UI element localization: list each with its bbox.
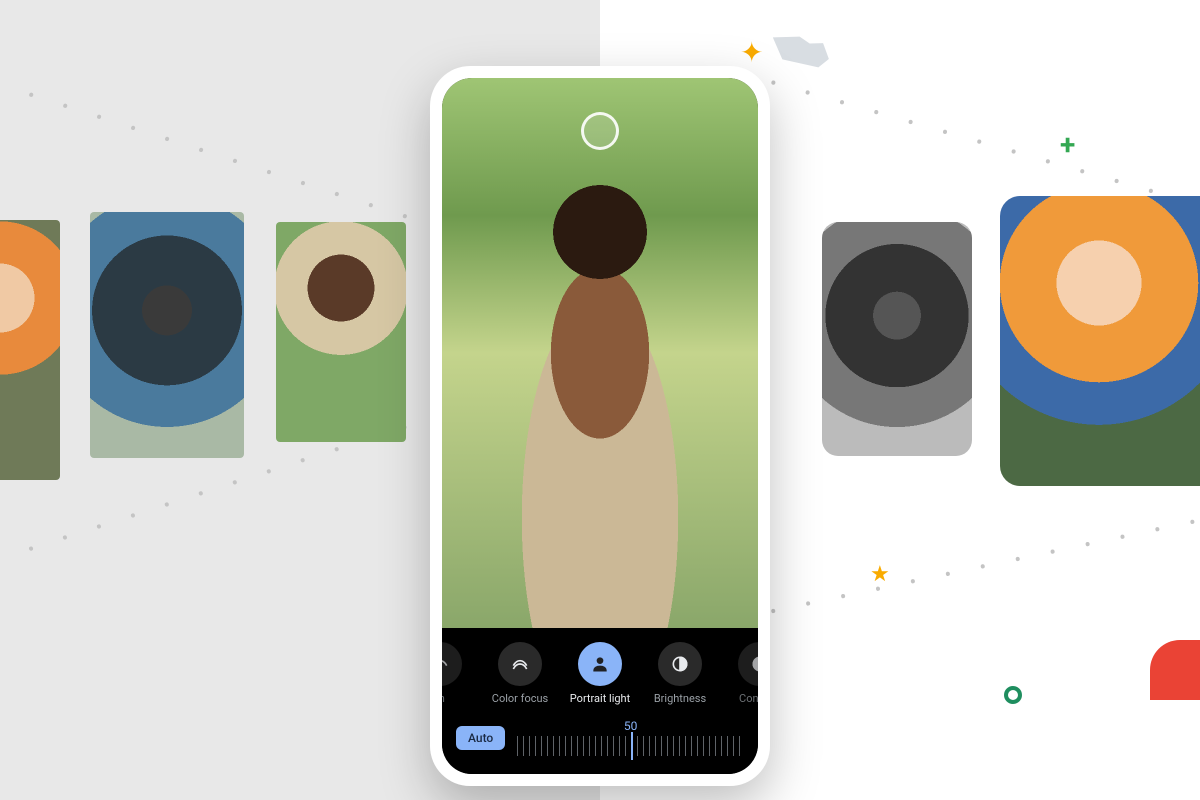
tool-brightness[interactable]: Brightness: [651, 642, 709, 705]
magic-wand-icon: [770, 30, 830, 70]
thumbnail-edited: [1000, 196, 1200, 486]
red-shape-icon: [1150, 640, 1200, 700]
depth-icon: [442, 642, 462, 686]
tool-color-focus[interactable]: Color focus: [491, 642, 549, 705]
phone-screen: th Color focus Portrait light: [442, 78, 758, 774]
adjustment-slider[interactable]: 50: [517, 719, 744, 756]
tool-label: Contrast: [739, 692, 758, 705]
portrait-light-icon: [578, 642, 622, 686]
thumbnail-edited: [822, 222, 972, 456]
phone-mockup: th Color focus Portrait light: [430, 66, 770, 786]
tool-label: Portrait light: [570, 692, 630, 705]
editor-photo-preview[interactable]: [442, 78, 758, 628]
color-focus-icon: [498, 642, 542, 686]
thumbnail-unedited: [276, 222, 406, 442]
tool-portrait-light[interactable]: Portrait light: [571, 642, 629, 705]
sparkle-icon: ✦: [740, 36, 763, 69]
tool-label: Color focus: [492, 692, 548, 705]
editor-controls: th Color focus Portrait light: [442, 628, 758, 774]
tool-label: Brightness: [654, 692, 706, 705]
slider-value: 50: [624, 719, 638, 733]
slider-row: Auto 50: [442, 705, 758, 756]
thumbnail-unedited: [0, 220, 60, 480]
thumbnail-unedited: [90, 212, 244, 458]
star-icon: ★: [870, 562, 890, 587]
plus-icon: +: [1060, 128, 1075, 161]
portrait-light-marker[interactable]: [581, 112, 619, 150]
auto-button[interactable]: Auto: [456, 726, 505, 750]
tool-label: th: [442, 692, 445, 705]
tool-depth[interactable]: th: [442, 642, 469, 705]
circle-outline-icon: [1004, 686, 1022, 704]
brightness-icon: [658, 642, 702, 686]
contrast-icon: [738, 642, 758, 686]
tool-row: th Color focus Portrait light: [442, 642, 758, 705]
tool-contrast[interactable]: Contrast: [731, 642, 758, 705]
slider-ticks: [517, 736, 744, 756]
